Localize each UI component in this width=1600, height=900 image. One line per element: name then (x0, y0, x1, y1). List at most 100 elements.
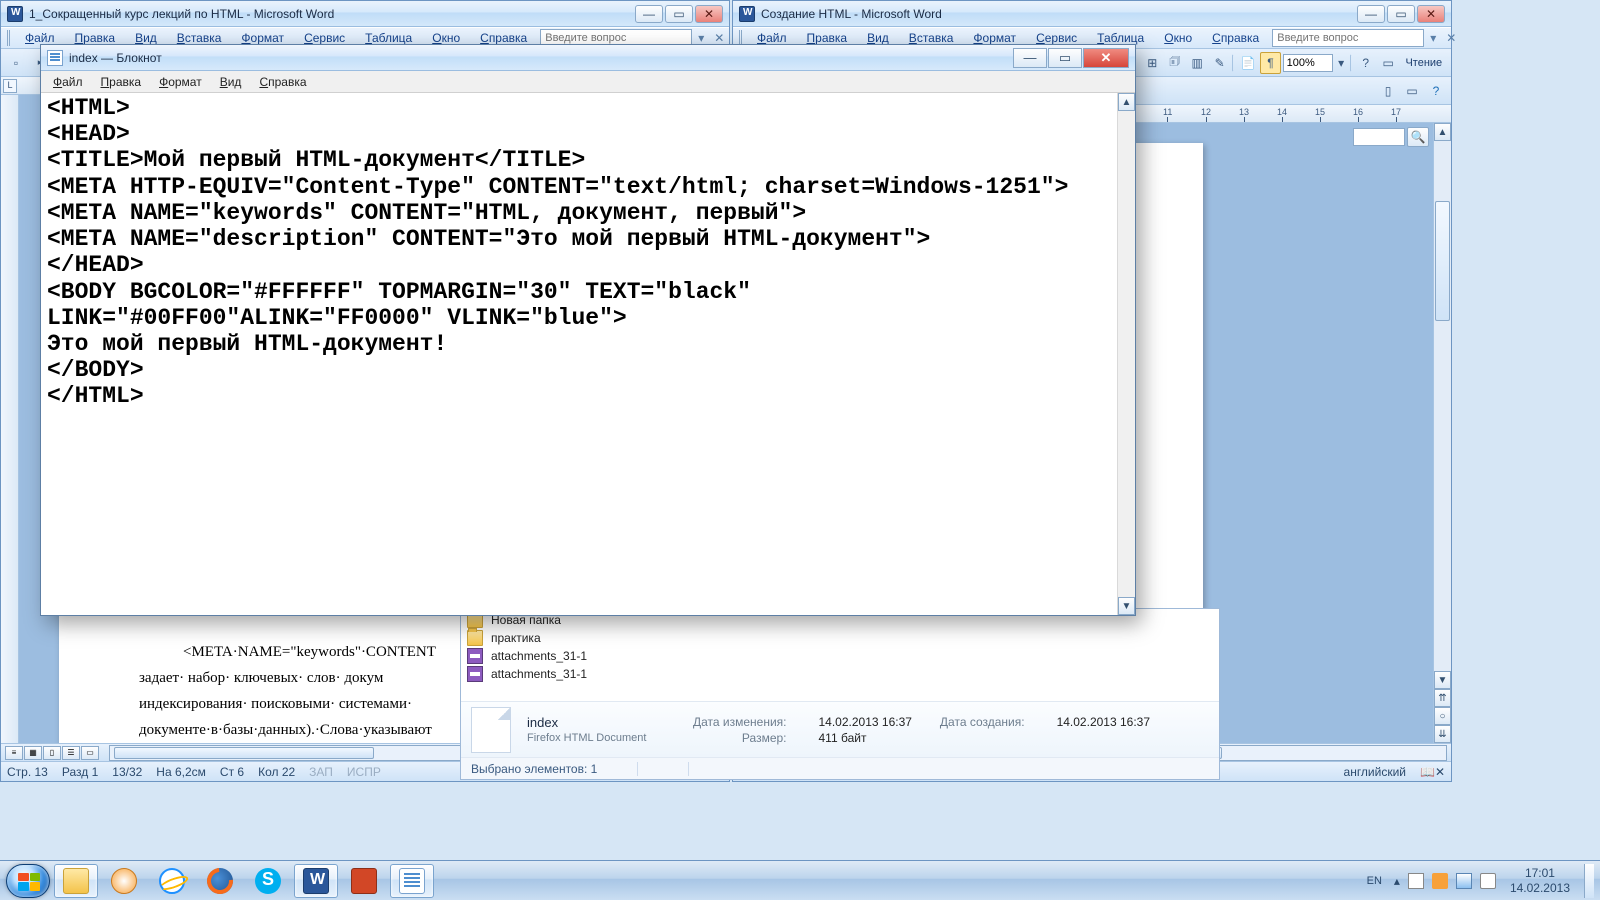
zoom-input[interactable] (1283, 54, 1333, 72)
scroll-up-icon[interactable]: ▲ (1434, 123, 1451, 141)
docmap-icon[interactable]: 📄 (1238, 52, 1258, 74)
show-hidden-icon[interactable]: ▴ (1394, 874, 1400, 888)
vertical-scrollbar[interactable]: ▲ ▼ (1117, 93, 1135, 615)
menu-view[interactable]: Вид (212, 73, 250, 91)
modified-value: 14.02.2013 16:37 (819, 715, 912, 729)
firefox-icon (207, 868, 233, 894)
window-title: index — Блокнот (69, 51, 1013, 65)
show-desktop-button[interactable] (1584, 864, 1594, 898)
maximize-button[interactable]: ▭ (1387, 5, 1415, 23)
read-layout-icon[interactable]: ▭ (1378, 52, 1398, 74)
list-item[interactable]: attachments_31-1 (467, 665, 1213, 683)
action-center-icon[interactable] (1408, 873, 1424, 889)
taskbar-word[interactable] (294, 864, 338, 898)
dropdown-icon[interactable]: ▾ (1426, 31, 1440, 45)
scroll-up-icon[interactable]: ▲ (1118, 93, 1135, 111)
minimize-button[interactable]: — (1013, 48, 1047, 68)
file-list[interactable]: Новая папка практика attachments_31-1 at… (461, 609, 1219, 701)
minimize-button[interactable]: — (1357, 5, 1385, 23)
view-read-icon[interactable]: ▭ (81, 746, 99, 760)
menu-window[interactable]: Окно (1155, 28, 1201, 48)
taskbar-explorer[interactable] (54, 864, 98, 898)
help2-icon[interactable]: ? (1425, 80, 1447, 102)
help-icon[interactable]: ? (1356, 52, 1376, 74)
media-player-icon (111, 868, 137, 894)
taskbar-powerpoint[interactable] (342, 864, 386, 898)
new-doc-icon[interactable]: ▫ (5, 52, 27, 74)
panel2-icon[interactable]: ▭ (1401, 80, 1423, 102)
drawing-icon[interactable]: ✎ (1209, 52, 1229, 74)
network-icon[interactable] (1456, 873, 1472, 889)
doc-close-icon[interactable]: ✕ (1442, 31, 1460, 45)
taskbar-firefox[interactable] (198, 864, 242, 898)
view-outline-icon[interactable]: ☰ (62, 746, 80, 760)
scroll-down-icon[interactable]: ▼ (1434, 671, 1451, 689)
status-page: Стр. 13 (7, 765, 48, 779)
text-area[interactable]: <HTML> <HEAD> <TITLE>Мой первый HTML-док… (41, 93, 1117, 615)
ask-question-input[interactable] (1272, 29, 1424, 47)
clock-date: 14.02.2013 (1510, 881, 1570, 895)
taskbar-notepad[interactable] (390, 864, 434, 898)
search-icon[interactable]: 🔍 (1407, 127, 1429, 147)
titlebar[interactable]: Создание HTML - Microsoft Word — ▭ ✕ (733, 1, 1451, 27)
scroll-down-icon[interactable]: ▼ (1118, 597, 1135, 615)
editor-body: <HTML> <HEAD> <TITLE>Мой первый HTML-док… (41, 93, 1135, 615)
windows-update-icon[interactable] (1432, 873, 1448, 889)
notepad-icon (399, 868, 425, 894)
vertical-scrollbar[interactable]: ▲ ▼ ⇈ ○ ⇊ (1433, 123, 1451, 743)
start-button[interactable] (6, 864, 50, 898)
view-web-icon[interactable]: ▦ (24, 746, 42, 760)
zoom-dropdown-icon[interactable]: ▾ (1335, 52, 1348, 74)
powerpoint-icon (351, 868, 377, 894)
details-pane: index Firefox HTML Document Дата изменен… (461, 701, 1219, 757)
showmarks-icon[interactable]: ¶ (1260, 52, 1280, 74)
language-indicator[interactable]: EN (1363, 873, 1386, 889)
excel-icon[interactable]: 🗊 (1165, 52, 1185, 74)
menu-edit[interactable]: Правка (93, 73, 150, 91)
dropdown-icon[interactable]: ▾ (694, 31, 708, 45)
minimize-button[interactable]: — (635, 5, 663, 23)
archive-icon (467, 666, 483, 682)
titlebar[interactable]: 1_Сокращенный курс лекций по HTML - Micr… (1, 1, 729, 27)
volume-icon[interactable] (1480, 873, 1496, 889)
file-name-block: index Firefox HTML Document (527, 715, 677, 744)
close-button[interactable]: ✕ (695, 5, 723, 23)
created-label: Дата создания: (940, 715, 1029, 729)
close-button[interactable]: ✕ (1083, 48, 1129, 68)
close-button[interactable]: ✕ (1417, 5, 1445, 23)
panel-icon[interactable]: ▯ (1377, 80, 1399, 102)
browse-object-icon[interactable]: ○ (1434, 707, 1451, 725)
window-controls: — ▭ ✕ (1013, 48, 1129, 68)
status-book-icon[interactable]: 📖✕ (1420, 765, 1445, 779)
read-button[interactable]: Чтение (1400, 52, 1447, 74)
doc-line: <META·NAME="keywords"·CONTENT (183, 641, 436, 664)
clock[interactable]: 17:01 14.02.2013 (1504, 866, 1576, 895)
menu-help[interactable]: Справка (251, 73, 314, 91)
columns-icon[interactable]: ▥ (1187, 52, 1207, 74)
maximize-button[interactable]: ▭ (1048, 48, 1082, 68)
vertical-ruler[interactable] (1, 95, 19, 743)
next-page-icon[interactable]: ⇊ (1434, 725, 1451, 743)
selection-status: Выбрано элементов: 1 (471, 762, 597, 776)
list-item[interactable]: attachments_31-1 (467, 647, 1213, 665)
view-print-icon[interactable]: ▯ (43, 746, 61, 760)
research-input[interactable] (1353, 128, 1405, 146)
menu-format[interactable]: Формат (151, 73, 210, 91)
list-item[interactable]: практика (467, 629, 1213, 647)
doc-line: индексирования· поисковыми· системами· (139, 693, 412, 716)
taskbar-ie[interactable] (150, 864, 194, 898)
ruler-tab-icon[interactable]: L (3, 79, 17, 93)
menu-help[interactable]: Справка (1203, 28, 1268, 48)
taskbar-wmp[interactable] (102, 864, 146, 898)
titlebar[interactable]: index — Блокнот — ▭ ✕ (41, 45, 1135, 71)
file-metadata: Дата изменения: 14.02.2013 16:37 Дата со… (693, 715, 1150, 745)
doc-close-icon[interactable]: ✕ (710, 31, 728, 45)
taskbar-skype[interactable] (246, 864, 290, 898)
prev-page-icon[interactable]: ⇈ (1434, 689, 1451, 707)
maximize-button[interactable]: ▭ (665, 5, 693, 23)
item-name: практика (491, 631, 541, 645)
menu-file[interactable]: Файл (45, 73, 91, 91)
insert-table-icon[interactable]: ⊞ (1142, 52, 1162, 74)
status-line: Ст 6 (220, 765, 244, 779)
view-normal-icon[interactable]: ≡ (5, 746, 23, 760)
